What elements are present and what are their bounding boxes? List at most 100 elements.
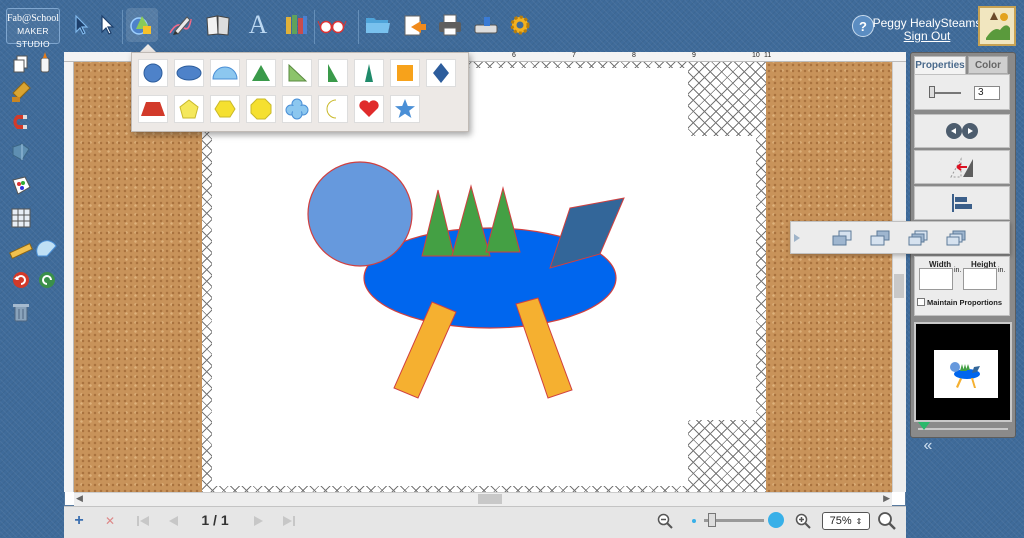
export-icon[interactable] [398,8,430,42]
ruler-label: 11 [764,52,772,59]
hexagon-shape-icon[interactable] [210,95,240,123]
zoom-value: 75% [829,515,852,527]
collapse-panel-button[interactable]: « [918,437,938,454]
zoom-slider-handle[interactable] [708,513,716,527]
right-triangle-shape-icon[interactable] [282,59,312,87]
page-counter: 1 / 1 [201,512,229,528]
redo-icon[interactable] [32,266,62,294]
preview-page [934,350,998,398]
flip-shapes-button[interactable] [914,114,1010,148]
glue-icon[interactable] [30,48,60,76]
app-logo: Fab@School MAKER STUDIO [6,8,60,49]
logo-line-1: Fab@School [7,13,59,24]
semicircle-shape-icon[interactable] [210,59,240,87]
avatar[interactable] [978,6,1016,46]
zoom-fit-icon[interactable] [876,510,898,532]
width-input[interactable] [919,268,953,290]
ruler-label: 10 [752,52,760,59]
shapes-icon[interactable] [126,8,158,42]
tab-color[interactable]: Color [968,56,1008,74]
settings-gear-icon[interactable] [504,8,536,42]
corkboard-right [766,62,892,492]
arrange-flyout [790,221,1010,254]
preview-glasses-icon[interactable] [316,8,348,42]
moon-shape-icon[interactable] [318,95,348,123]
last-page-icon[interactable] [280,512,298,530]
diamond-shape-icon[interactable] [426,59,456,87]
cut-machine-icon[interactable] [470,8,502,42]
triangle-shape-icon[interactable] [246,59,276,87]
height-input[interactable] [963,268,997,290]
tall-right-triangle-shape-icon[interactable] [318,59,348,87]
zoom-in-icon[interactable] [794,512,812,530]
ruler-label: 8 [632,52,636,59]
add-page-icon[interactable]: + [70,512,88,530]
zoom-out-icon[interactable] [656,512,674,530]
vertical-scroll-thumb[interactable] [894,274,904,298]
book-icon[interactable] [202,8,234,42]
direct-select-icon[interactable] [92,8,124,42]
grid-icon[interactable] [6,204,36,232]
ruler-label: 7 [572,52,576,59]
left-ruler [64,62,74,492]
updown-icon: ⇕ [855,516,863,526]
send-to-back-icon[interactable] [943,226,969,250]
size-box: Width Height in. in. Maintain Proportion… [914,256,1010,316]
zoom-select[interactable]: 75% ⇕ [822,512,870,530]
stamp-icon[interactable] [6,78,36,106]
paint-icon[interactable] [6,172,36,200]
first-page-icon[interactable] [134,512,152,530]
bring-forward-icon[interactable] [867,226,893,250]
circle-shape-icon[interactable] [138,59,168,87]
page-preview[interactable] [914,322,1012,422]
open-folder-icon[interactable] [362,8,394,42]
help-button[interactable]: ? [852,15,874,37]
ruler-label: 6 [512,52,516,59]
preview-track [918,428,1008,430]
next-page-icon[interactable] [250,512,268,530]
send-backward-icon[interactable] [905,226,931,250]
height-unit: in. [998,267,1006,274]
mirror-icon [950,157,973,178]
magnet-icon[interactable] [6,108,36,136]
ellipse-shape-icon[interactable] [174,59,204,87]
trash-icon[interactable] [6,298,36,326]
narrow-triangle-shape-icon[interactable] [354,59,384,87]
delete-page-icon[interactable]: ✕ [102,512,118,530]
prev-page-icon[interactable] [164,512,182,530]
print-icon[interactable] [434,8,466,42]
shapes-palette [131,52,469,132]
scroll-left-icon[interactable]: ◀ [76,493,83,504]
spike-triangle[interactable] [485,186,521,253]
popup-arrow [140,44,156,52]
preview-thumbnail [950,362,980,388]
align-button[interactable] [914,186,1010,220]
pencil-icon[interactable] [164,8,196,42]
bring-to-front-icon[interactable] [829,226,855,250]
maintain-proportions-checkbox[interactable] [917,298,925,306]
horizontal-scroll-thumb[interactable] [478,494,502,504]
octagon-shape-icon[interactable] [246,95,276,123]
stroke-width-input[interactable]: 3 [974,86,1000,100]
preview-marker-icon[interactable] [918,422,930,432]
scroll-right-icon[interactable]: ▶ [883,493,890,504]
stroke-slider-handle[interactable] [929,86,935,98]
pentagon-shape-icon[interactable] [174,95,204,123]
tail-diamond[interactable] [549,197,625,269]
sign-out-link[interactable]: Sign Out [872,29,982,43]
spike-triangle[interactable] [451,184,491,257]
fold-icon[interactable] [6,138,36,166]
protractor-icon[interactable] [32,236,62,264]
mirror-button[interactable] [914,150,1010,184]
cloud-shape-icon[interactable] [282,95,312,123]
spike-triangle[interactable] [421,189,455,257]
width-unit: in. [954,267,962,274]
text-icon[interactable]: A [242,8,274,42]
star-shape-icon[interactable] [390,95,420,123]
library-icon[interactable] [280,8,312,42]
square-shape-icon[interactable] [390,59,420,87]
heart-shape-icon[interactable] [354,95,384,123]
head-circle[interactable] [307,161,413,267]
trapezoid-shape-icon[interactable] [138,95,168,123]
tab-properties[interactable]: Properties [914,56,966,74]
